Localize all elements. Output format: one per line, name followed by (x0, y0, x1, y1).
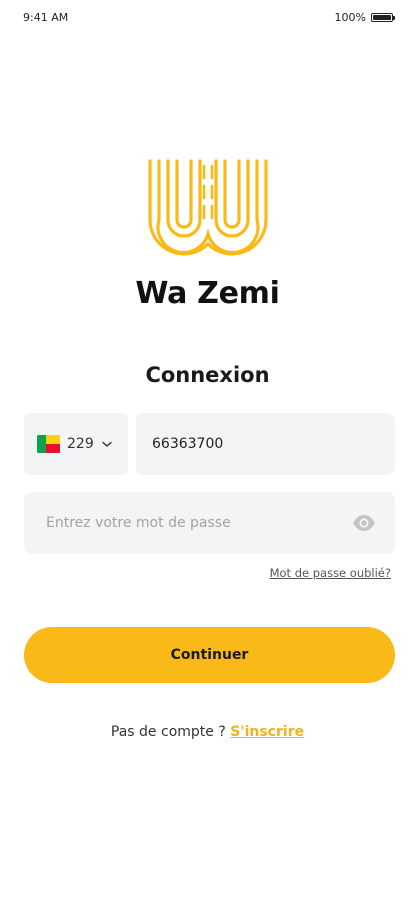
country-code-selector[interactable]: 229 (24, 413, 128, 475)
phone-number-input[interactable]: 66363700 (136, 413, 395, 475)
status-time: 9:41 AM (23, 11, 69, 24)
continue-button-label: Continuer (170, 647, 249, 663)
benin-flag-icon (37, 435, 60, 453)
forgot-password-link[interactable]: Mot de passe oublié? (270, 566, 391, 580)
status-right: 100% (334, 11, 395, 24)
chevron-down-icon (101, 441, 112, 447)
brand-name: Wa Zemi (135, 276, 280, 311)
page-title: Connexion (145, 363, 270, 387)
battery-percentage: 100% (334, 11, 366, 24)
continue-button[interactable]: Continuer (24, 627, 395, 683)
eye-icon[interactable] (352, 514, 376, 532)
brand-logo-icon (148, 159, 268, 256)
signup-link[interactable]: S'inscrire (230, 724, 304, 740)
password-input[interactable]: Entrez votre mot de passe (24, 492, 395, 554)
country-code: 229 (67, 436, 94, 452)
phone-number-value: 66363700 (152, 436, 224, 452)
status-bar: 9:41 AM 100% (0, 0, 415, 36)
no-account-text: Pas de compte ? (110, 724, 226, 740)
battery-icon (371, 13, 395, 22)
password-placeholder: Entrez votre mot de passe (46, 515, 231, 531)
signup-row: Pas de compte ? S'inscrire (0, 724, 415, 740)
